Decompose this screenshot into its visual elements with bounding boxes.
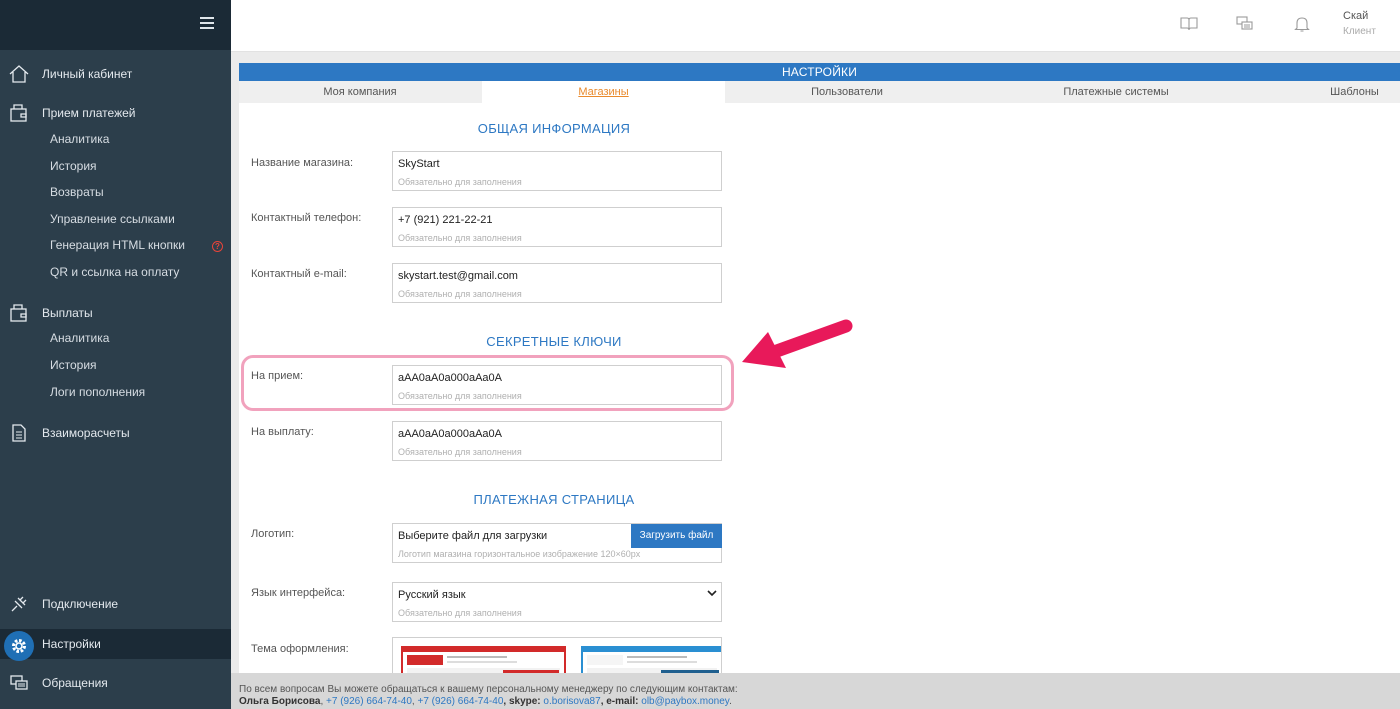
settings-tabs: Моя компания Магазины Пользователи Плате… xyxy=(239,81,1400,103)
sidebar-sub-refunds[interactable]: Возвраты xyxy=(50,185,104,199)
sidebar-sub-payouts-analytics[interactable]: Аналитика xyxy=(50,331,109,345)
language-select[interactable]: Русский язык Обязательно для заполнения xyxy=(392,582,722,622)
key-out-hint: Обязательно для заполнения xyxy=(398,447,522,457)
manager-name: Ольга Борисова xyxy=(239,696,321,707)
chevron-down-icon xyxy=(707,588,717,600)
sidebar-sub-topup-logs[interactable]: Логи пополнения xyxy=(50,385,145,399)
language-label: Язык интерфейса: xyxy=(251,587,346,599)
plug-icon xyxy=(8,593,30,615)
sidebar-item-tickets[interactable]: Обращения xyxy=(0,671,231,695)
panel-title: НАСТРОЙКИ xyxy=(239,63,1400,81)
sidebar-item-label: Обращения xyxy=(42,676,108,690)
key-out-label: На выплату: xyxy=(251,426,314,438)
tab-shops[interactable]: Магазины xyxy=(482,81,725,103)
manager-phone-1[interactable]: +7 (926) 664-74-40 xyxy=(326,696,412,707)
key-out-field[interactable]: aAA0aA0a000aAa0A Обязательно для заполне… xyxy=(392,421,722,461)
sidebar-item-label: Взаиморасчеты xyxy=(42,426,130,440)
gear-icon xyxy=(4,631,34,661)
logo-file-placeholder: Выберите файл для загрузки xyxy=(398,530,548,542)
phone-value: +7 (921) 221-22-21 xyxy=(398,214,493,226)
footer: По всем вопросам Вы можете обращаться к … xyxy=(231,673,1400,709)
shop-name-field[interactable]: SkyStart Обязательно для заполнения xyxy=(392,151,722,191)
manager-skype[interactable]: o.borisova87 xyxy=(543,696,600,707)
user-name[interactable]: Скай xyxy=(1343,10,1368,22)
section-general-title: ОБЩАЯ ИНФОРМАЦИЯ xyxy=(477,121,631,136)
email-label: , e-mail: xyxy=(600,696,642,707)
key-out-value: aAA0aA0a000aAa0A xyxy=(398,428,502,440)
sidebar-item-connection[interactable]: Подключение xyxy=(0,592,231,616)
book-icon[interactable] xyxy=(1180,15,1198,33)
email-label: Контактный e-mail: xyxy=(251,268,347,280)
sidebar-item-label: Прием платежей xyxy=(42,106,136,120)
sidebar-item-payments[interactable]: Прием платежей xyxy=(0,101,231,125)
document-icon xyxy=(8,422,30,444)
hamburger-menu-icon[interactable] xyxy=(200,17,214,29)
tab-my-company[interactable]: Моя компания xyxy=(239,81,481,103)
theme-picker xyxy=(392,637,722,677)
sidebar-item-label: Подключение xyxy=(42,597,119,611)
phone-label: Контактный телефон: xyxy=(251,212,362,224)
shop-name-hint: Обязательно для заполнения xyxy=(398,177,522,187)
sidebar-sub-payouts-history[interactable]: История xyxy=(50,358,97,372)
sidebar-sub-html-button[interactable]: Генерация HTML кнопки xyxy=(50,238,185,252)
chat-icon[interactable] xyxy=(1236,15,1254,33)
skype-label: , skype: xyxy=(503,696,544,707)
tab-users[interactable]: Пользователи xyxy=(726,81,968,103)
sidebar-sub-qr-link[interactable]: QR и ссылка на оплату xyxy=(50,265,179,279)
chat-icon xyxy=(8,672,30,694)
bell-icon[interactable] xyxy=(1293,15,1311,33)
sidebar-item-label: Настройки xyxy=(42,637,101,651)
section-payment-page-title: ПЛАТЕЖНАЯ СТРАНИЦА xyxy=(473,492,635,507)
manager-phone-2[interactable]: +7 (926) 664-74-40 xyxy=(417,696,503,707)
sidebar-item-dashboard[interactable]: Личный кабинет xyxy=(0,62,231,86)
wallet-icon xyxy=(8,302,30,324)
logo-upload-field[interactable]: Выберите файл для загрузки Загрузить фай… xyxy=(392,523,722,563)
question-alert-icon[interactable]: ? xyxy=(212,241,223,252)
sidebar-sub-payments-analytics[interactable]: Аналитика xyxy=(50,132,109,146)
shop-name-value: SkyStart xyxy=(398,158,440,170)
language-value: Русский язык xyxy=(398,589,466,601)
top-header: Скай Клиент xyxy=(231,0,1400,52)
sidebar-sub-link-management[interactable]: Управление ссылками xyxy=(50,212,175,226)
sidebar-item-label: Личный кабинет xyxy=(42,67,133,81)
phone-field[interactable]: +7 (921) 221-22-21 Обязательно для запол… xyxy=(392,207,722,247)
email-field[interactable]: skystart.test@gmail.com Обязательно для … xyxy=(392,263,722,303)
pointer-arrow-icon xyxy=(742,319,853,368)
sidebar-sub-payments-history[interactable]: История xyxy=(50,159,97,173)
tab-payment-systems[interactable]: Платежные системы xyxy=(969,81,1263,103)
highlight-ring xyxy=(241,355,734,411)
email-hint: Обязательно для заполнения xyxy=(398,289,522,299)
manager-email[interactable]: olb@paybox.money xyxy=(641,696,729,707)
email-value: skystart.test@gmail.com xyxy=(398,270,518,282)
sidebar-item-label: Выплаты xyxy=(42,306,93,320)
sidebar-item-settlements[interactable]: Взаиморасчеты xyxy=(0,421,231,445)
logo-hint: Логотип магазина горизонтальное изображе… xyxy=(398,549,641,559)
phone-hint: Обязательно для заполнения xyxy=(398,233,522,243)
language-hint: Обязательно для заполнения xyxy=(398,608,522,618)
sidebar-header xyxy=(0,0,231,50)
shop-name-label: Название магазина: xyxy=(251,157,354,169)
sidebar-item-payouts[interactable]: Выплаты xyxy=(0,301,231,325)
theme-label: Тема оформления: xyxy=(251,643,349,655)
wallet-icon xyxy=(8,102,30,124)
sidebar: Личный кабинет Прием платежей Аналитика … xyxy=(0,0,231,709)
tab-templates[interactable]: Шаблоны xyxy=(1309,81,1400,103)
footer-end: . xyxy=(729,696,732,707)
home-icon xyxy=(8,63,30,85)
footer-contacts: Ольга Борисова, +7 (926) 664-74-40, +7 (… xyxy=(239,696,1400,708)
sidebar-item-settings[interactable]: Настройки xyxy=(0,629,231,661)
footer-line1: По всем вопросам Вы можете обращаться к … xyxy=(239,684,738,695)
logo-label: Логотип: xyxy=(251,528,295,540)
upload-file-button[interactable]: Загрузить файл xyxy=(631,524,722,548)
user-role: Клиент xyxy=(1343,26,1376,37)
